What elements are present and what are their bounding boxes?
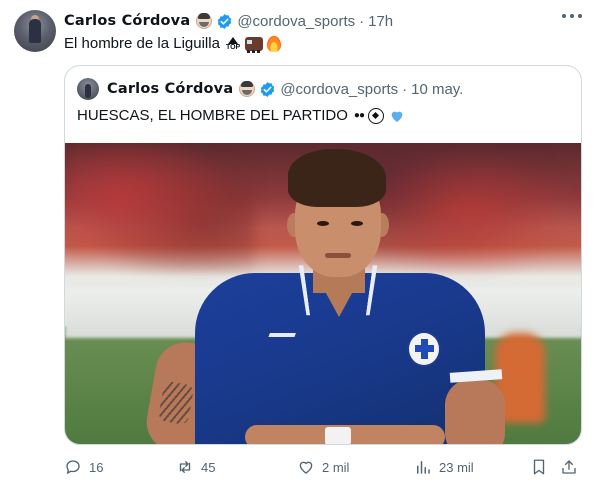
- author-avatar[interactable]: [14, 10, 56, 52]
- quoted-author-handle: @cordova_sports: [280, 80, 399, 98]
- top-emoji-label: TOP: [225, 44, 241, 51]
- quoted-timestamp: 10 may.: [411, 80, 464, 98]
- tweet-text: El hombre de la Liguilla TOP: [64, 34, 282, 54]
- quoted-text-content: HUESCAS, EL HOMBRE DEL PARTIDO: [77, 107, 348, 124]
- reply-count: 16: [89, 459, 104, 475]
- separator-dot: ·: [402, 80, 408, 98]
- tweet-actions: 16 45 2 mil 23 mil: [64, 455, 582, 479]
- views-button[interactable]: 23 mil: [414, 455, 474, 479]
- quoted-author-avatar: [77, 78, 99, 100]
- views-icon: [417, 461, 430, 474]
- player-figure: [141, 143, 505, 444]
- repost-button[interactable]: 45: [176, 455, 215, 479]
- face-with-beard-emoji: [239, 81, 256, 97]
- verified-icon: [218, 13, 232, 29]
- club-crest: [407, 331, 441, 367]
- eyes-emoji: ●●: [353, 110, 365, 121]
- bookmark-icon: [533, 459, 545, 475]
- train-emoji: [245, 37, 264, 53]
- player-photo[interactable]: [65, 143, 581, 444]
- repost-icon: [179, 461, 191, 473]
- fire-emoji: [267, 36, 282, 52]
- tweet-timestamp[interactable]: 17h: [368, 13, 393, 30]
- share-button[interactable]: [560, 455, 585, 479]
- like-count: 2 mil: [322, 459, 350, 475]
- quoted-tweet-text: HUESCAS, EL HOMBRE DEL PARTIDO ●●: [77, 106, 405, 126]
- separator-dot: ·: [359, 12, 365, 30]
- author-handle[interactable]: @cordova_sports: [237, 13, 355, 30]
- views-count: 23 mil: [439, 459, 474, 475]
- bookmark-button[interactable]: [530, 455, 555, 479]
- quoted-author-name: Carlos Córdova: [107, 81, 234, 97]
- top-arrow-emoji: TOP: [226, 37, 240, 51]
- repost-count: 45: [201, 459, 216, 475]
- blue-heart-emoji: [391, 111, 403, 122]
- author-name[interactable]: Carlos Córdova: [64, 13, 190, 29]
- soccer-ball-emoji: [368, 108, 384, 124]
- verified-icon: [261, 81, 275, 97]
- reply-icon: [66, 460, 80, 475]
- tweet[interactable]: Carlos Córdova @cordova_sports · 17h El …: [0, 0, 598, 484]
- like-button[interactable]: 2 mil: [297, 455, 349, 479]
- like-icon: [299, 461, 313, 474]
- more-icon[interactable]: [562, 14, 582, 20]
- face-with-beard-emoji: [196, 13, 213, 29]
- tweet-text-content: El hombre de la Liguilla: [64, 35, 220, 52]
- tweet-header: Carlos Córdova @cordova_sports · 17h: [64, 10, 393, 32]
- quoted-tweet-header: Carlos Córdova @cordova_sports · 10 may.: [77, 78, 463, 100]
- jersey-brand-logo: [268, 323, 300, 337]
- reply-button[interactable]: 16: [64, 455, 103, 479]
- quoted-tweet[interactable]: Carlos Córdova @cordova_sports · 10 may.…: [64, 65, 582, 445]
- share-icon: [562, 460, 576, 474]
